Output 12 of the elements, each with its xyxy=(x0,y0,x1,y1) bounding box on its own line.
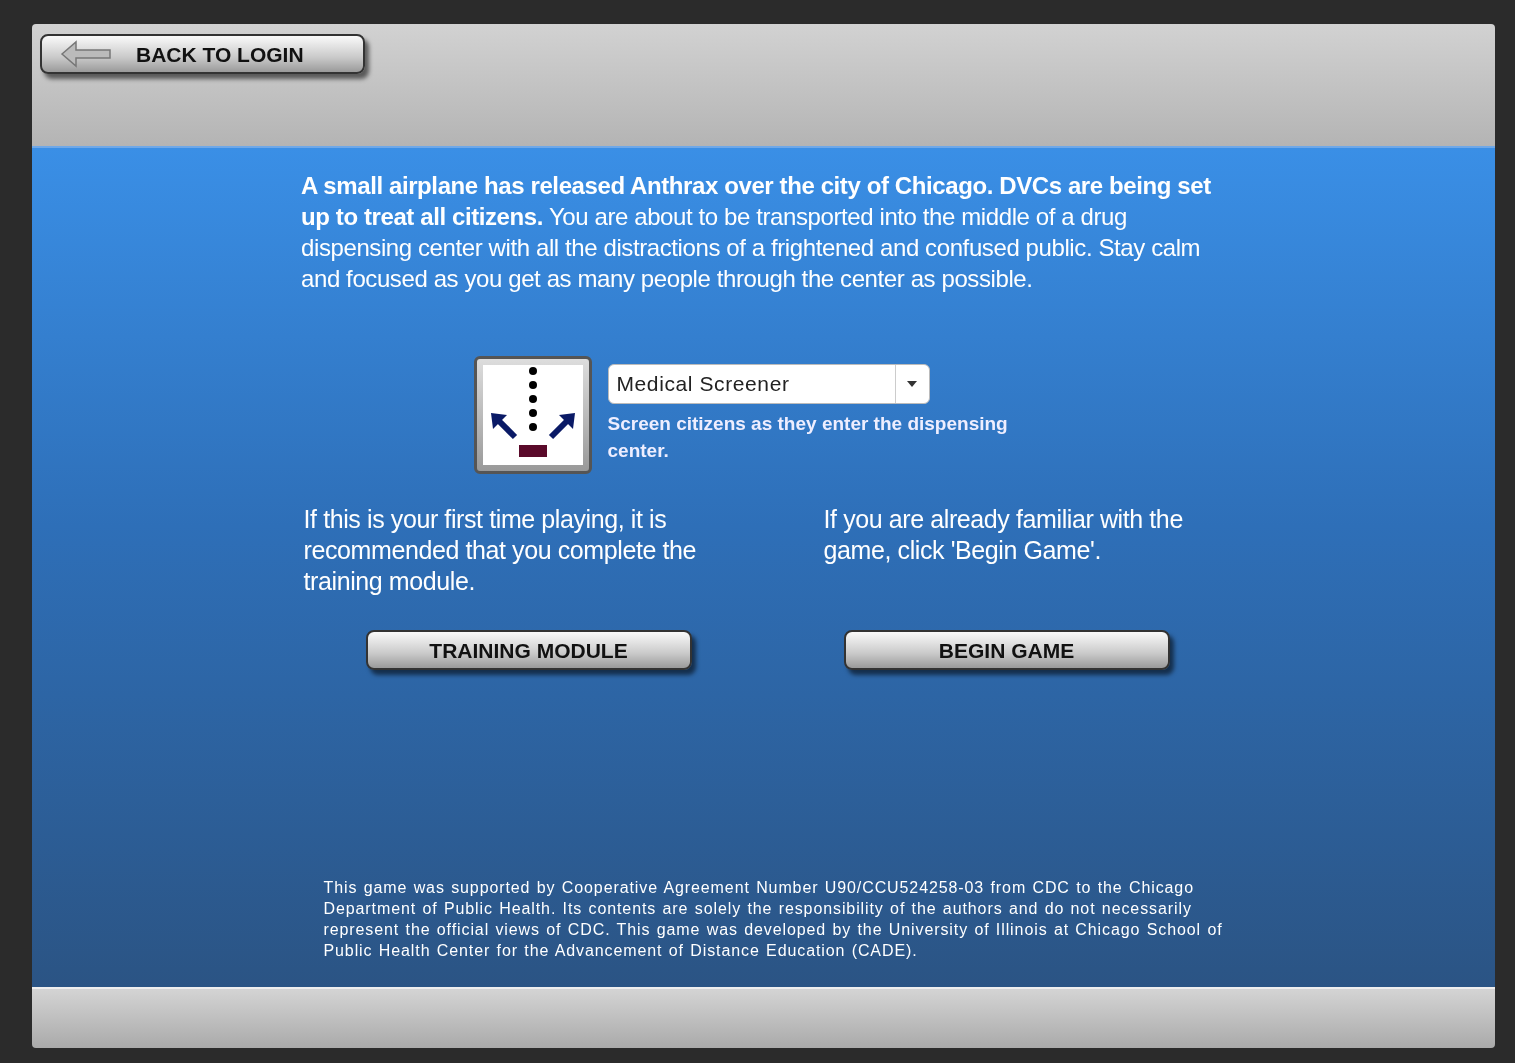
back-to-login-button[interactable]: BACK TO LOGIN xyxy=(40,34,365,74)
instruction-text: If this is your first time playing, it is recommended that you complete the training module. xyxy=(303,504,698,597)
funding-disclaimer: This game was supported by Cooperative Agreement Number U90/CCU524258-03 from CDC to the Chicago Department of Public Health. Its contents are solely the responsibility of the authors and do not necessarily represent the official views of CDC. This game was developed by the University of Illinois at Chicago School of Public Health Center for the Advancement of Distance Education (CADE). xyxy=(323,878,1224,961)
role-icon xyxy=(473,356,592,474)
instruction-text: If you are already familiar with the game, click 'Begin Game'. xyxy=(823,504,1184,566)
begin-game-button[interactable]: BEGIN GAME xyxy=(843,630,1170,670)
role-description: Screen citizens as they enter the dispensing center. xyxy=(607,412,1009,463)
training-module-button[interactable]: TRAINING MODULE xyxy=(365,630,692,670)
intro-paragraph: A small airplane has released Anthrax over the city of Chicago. DVCs are being set up to treat all citizens. You are about to be transported into the middle of a drug dispensing center with all the distractions of a frightened and confused public. Stay calm and focused as you get as many people through the center as possible. xyxy=(301,171,1212,294)
caret-icon xyxy=(907,381,917,387)
role-dropdown[interactable]: Medical Screener xyxy=(607,364,930,404)
back-arrow-icon xyxy=(60,40,112,68)
